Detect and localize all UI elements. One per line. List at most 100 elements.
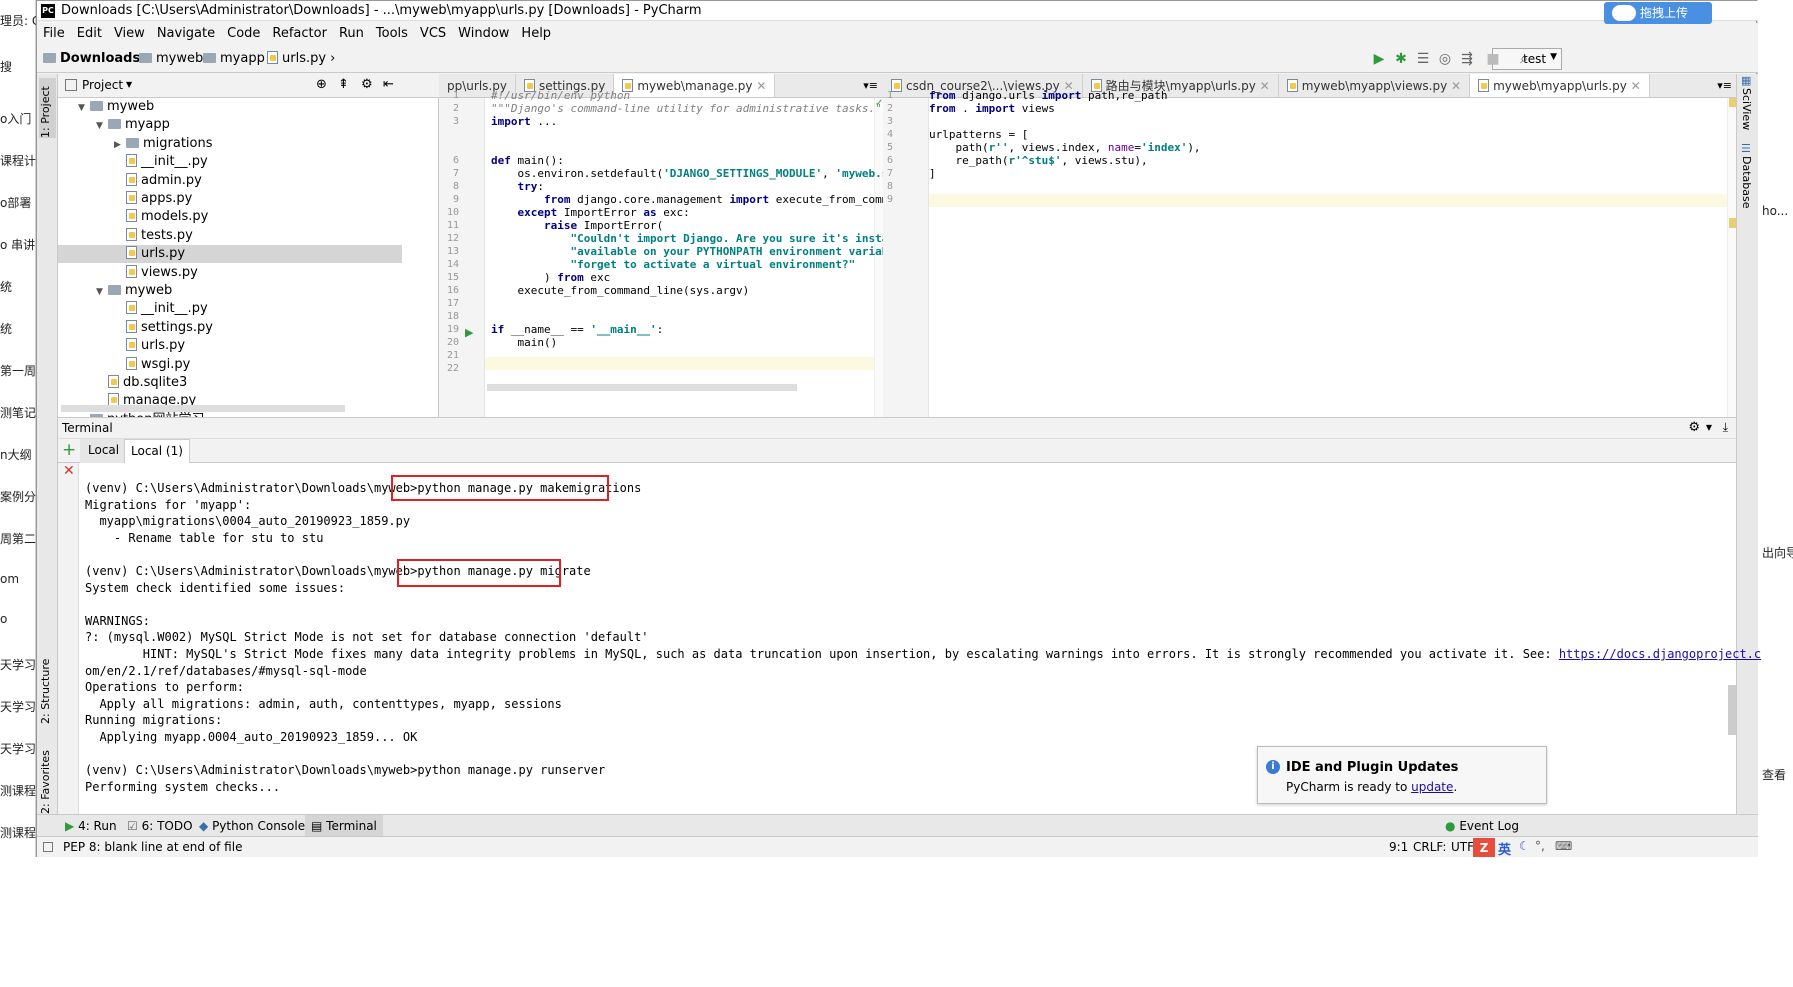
tree-file[interactable]: urls.py xyxy=(114,337,185,355)
caret-position[interactable]: 9:1 xyxy=(1389,840,1408,854)
tree-folder[interactable]: ▼ myweb xyxy=(78,98,154,116)
warning-marker[interactable] xyxy=(1729,98,1736,107)
locate-icon[interactable]: ⊕ xyxy=(316,77,327,92)
close-icon[interactable]: ✕ xyxy=(1260,79,1270,93)
menu-help[interactable]: Help xyxy=(515,23,557,41)
tab-local-1[interactable]: Local (1) xyxy=(124,439,190,463)
tree-file[interactable]: urls.py xyxy=(58,245,402,264)
terminal-tool-button[interactable]: ▤ Terminal xyxy=(305,815,383,837)
tab-list-icon[interactable]: ▾≡ xyxy=(1717,79,1732,92)
left-tool-strip: 1: Project 2: Structure 2: Favorites xyxy=(37,74,58,934)
tree-file[interactable]: db.sqlite3 xyxy=(96,374,187,392)
tree-file[interactable]: models.py xyxy=(114,208,208,226)
structure-tool-tab[interactable]: 2: Structure xyxy=(39,644,56,724)
tree-file[interactable]: views.py xyxy=(114,264,198,282)
tab-myapp-urls[interactable]: myweb\myapp\urls.py ✕ xyxy=(1470,74,1650,97)
event-log-button[interactable]: ● Event Log xyxy=(1445,819,1519,833)
menu-code[interactable]: Code xyxy=(221,23,266,41)
line-separator[interactable]: CRLF: xyxy=(1413,840,1446,854)
folder-icon xyxy=(126,137,139,148)
menu-vcs[interactable]: VCS xyxy=(414,23,452,41)
warning-marker[interactable] xyxy=(1729,218,1736,228)
update-link[interactable]: update xyxy=(1411,780,1453,794)
hide-panel-icon[interactable]: ⤓ xyxy=(1723,420,1728,435)
run-tool-button[interactable]: ▶ 4: Run xyxy=(65,819,117,833)
tree-file[interactable]: __init__.py xyxy=(114,300,208,318)
upload-button[interactable]: 拖拽上传 xyxy=(1604,2,1712,24)
debug-icon[interactable]: ✱ xyxy=(1392,50,1410,68)
ime-language[interactable]: 英 xyxy=(1498,839,1511,858)
horizontal-scrollbar[interactable] xyxy=(487,384,797,391)
background-window-text: o入门 xyxy=(0,112,32,126)
project-view-select[interactable]: Project xyxy=(82,78,123,92)
breadcrumb-urls[interactable]: urls.py › xyxy=(267,51,335,66)
close-icon[interactable]: ✕ xyxy=(1631,79,1641,93)
chevron-down-icon[interactable]: ▼ xyxy=(96,117,108,135)
chevron-down-icon[interactable]: ▼ xyxy=(78,99,90,117)
tree-folder[interactable]: ▼ myweb xyxy=(96,282,172,300)
close-terminal-icon[interactable]: ✕ xyxy=(63,463,75,479)
project-tool-tab[interactable]: 1: Project xyxy=(39,78,56,138)
favorites-tool-tab[interactable]: 2: Favorites xyxy=(39,734,56,814)
tree-folder[interactable]: ▼ myapp xyxy=(96,116,170,134)
code-urls-py[interactable]: from django.urls import path,re_path fro… xyxy=(929,89,1201,193)
background-window-text: o xyxy=(0,612,8,626)
sciview-tool-tab[interactable]: SciView xyxy=(1740,88,1753,130)
chevron-right-icon[interactable]: ▶ xyxy=(114,136,126,154)
menu-window[interactable]: Window xyxy=(452,23,515,41)
breadcrumb-downloads[interactable]: Downloads › xyxy=(43,51,150,66)
menu-refactor[interactable]: Refactor xyxy=(266,23,333,41)
search-icon[interactable]: ⌕ xyxy=(1515,50,1533,68)
chevron-down-icon[interactable]: ▼ xyxy=(1706,423,1712,432)
tree-item-label: wsgi.py xyxy=(141,356,191,372)
menu-file[interactable]: File xyxy=(37,23,71,41)
gear-icon[interactable]: ⚙ xyxy=(1688,420,1700,435)
django-docs-link[interactable]: https://docs.djangoproject.c xyxy=(1559,647,1761,661)
bottom-tool-strip: ▶ 4: Run ☑ 6: TODO ◆ Python Console ▤ Te… xyxy=(37,814,1758,837)
terminal-scrollbar[interactable] xyxy=(1728,685,1736,735)
line-number: 5 xyxy=(886,142,893,153)
tree-file[interactable]: apps.py xyxy=(114,190,192,208)
menu-run[interactable]: Run xyxy=(333,23,370,41)
highlight-box-migrate xyxy=(397,559,561,587)
add-terminal-icon[interactable]: + xyxy=(62,440,76,460)
gear-icon[interactable]: ⚙ xyxy=(361,77,373,92)
build-icon[interactable]: ⇶ xyxy=(1458,50,1476,68)
close-icon[interactable]: ✕ xyxy=(1451,79,1461,93)
terminal-tabs: + Local Local (1) xyxy=(58,439,1736,463)
tree-file[interactable]: __init__.py xyxy=(114,153,208,171)
menu-edit[interactable]: Edit xyxy=(71,23,108,41)
menu-view[interactable]: View xyxy=(108,23,151,41)
chevron-down-icon[interactable]: ▼ xyxy=(96,283,108,301)
tree-file[interactable]: admin.py xyxy=(114,172,202,190)
project-panel-header: Project ▼ ⊕ ⇞ ⚙ ⇤ xyxy=(58,74,439,98)
menu-tools[interactable]: Tools xyxy=(370,23,414,41)
gutter: 1 2 3 4 5 6 7 8 9 xyxy=(883,90,929,466)
profile-icon[interactable]: ◎ xyxy=(1436,50,1454,68)
code-manage-py[interactable]: #!/usr/bin/env python """Django's comman… xyxy=(491,89,915,349)
todo-tool-button[interactable]: ☑ 6: TODO xyxy=(127,819,193,833)
hide-panel-icon[interactable]: ⇤ xyxy=(383,77,394,92)
run-icon[interactable]: ▶ xyxy=(1370,50,1388,68)
coverage-icon[interactable]: ☰ xyxy=(1414,50,1432,68)
tree-file[interactable]: settings.py xyxy=(114,319,213,337)
stop-icon[interactable]: ■ xyxy=(1484,50,1502,68)
tab-local[interactable]: Local xyxy=(80,439,129,463)
chevron-down-icon[interactable]: ▼ xyxy=(126,80,132,89)
horizontal-scrollbar[interactable] xyxy=(61,405,345,412)
tree-file[interactable]: wsgi.py xyxy=(114,356,190,374)
update-notification[interactable]: i IDE and Plugin Updates PyCharm is read… xyxy=(1257,746,1547,804)
tree-folder[interactable]: ▶ migrations xyxy=(114,135,213,153)
breadcrumb-myweb[interactable]: myweb › xyxy=(139,51,213,66)
menu-navigate[interactable]: Navigate xyxy=(151,23,221,41)
tab-myapp-views[interactable]: myweb\myapp\views.py ✕ xyxy=(1279,74,1471,97)
run-gutter-icon[interactable]: ▶ xyxy=(465,326,473,339)
breadcrumb-myapp[interactable]: myapp › xyxy=(203,51,274,66)
background-window-text: 测笔记 xyxy=(0,406,36,420)
toggle-tool-windows-icon[interactable] xyxy=(43,842,53,852)
collapse-all-icon[interactable]: ⇞ xyxy=(338,77,349,92)
database-tool-tab[interactable]: Database xyxy=(1740,156,1753,209)
python-console-tool-button[interactable]: ◆ Python Console xyxy=(199,819,305,833)
todo-icon: ☑ xyxy=(127,819,138,833)
tree-file[interactable]: tests.py xyxy=(114,227,193,245)
